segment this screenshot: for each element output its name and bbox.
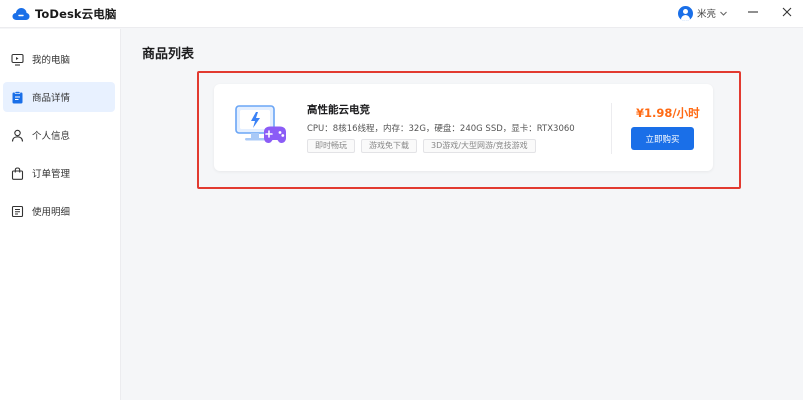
- minimize-icon[interactable]: [746, 5, 760, 19]
- sidebar-item-label: 我的电脑: [32, 55, 71, 66]
- sidebar-item-label: 个人信息: [32, 131, 71, 142]
- product-price: ¥1.98/小时: [636, 106, 700, 120]
- sidebar-item-order-management[interactable]: 订单管理: [3, 158, 115, 188]
- title-bar: ToDesk云电脑 米亮: [0, 0, 803, 28]
- cloud-gaming-monitor-icon: [235, 105, 286, 143]
- clipboard-icon: [12, 90, 23, 103]
- product-tags: 即时畅玩 游戏免下载 3D游戏/大型网游/竞技游戏: [307, 139, 542, 153]
- product-tag: 3D游戏/大型网游/竞技游戏: [423, 139, 536, 153]
- bag-icon: [11, 166, 24, 180]
- user-menu[interactable]: 米亮: [678, 4, 728, 22]
- sidebar: 我的电脑 商品详情 个人信息 订单管理 使用明细: [0, 29, 121, 400]
- cloud-logo-icon: [12, 8, 30, 20]
- close-icon[interactable]: [780, 5, 794, 19]
- avatar: [678, 5, 693, 21]
- list-doc-icon: [11, 205, 24, 217]
- card-divider: [611, 103, 612, 154]
- monitor-icon: [11, 53, 24, 66]
- sidebar-item-product-details[interactable]: 商品详情: [3, 82, 115, 112]
- app-logo: ToDesk云电脑: [12, 6, 116, 22]
- sidebar-item-label: 订单管理: [32, 169, 71, 180]
- product-spec: CPU：8核16线程，内存：32G，硬盘：240G SSD，显卡：RTX3060: [307, 124, 575, 134]
- sidebar-item-label: 使用明细: [32, 207, 71, 218]
- app-title: ToDesk云电脑: [35, 7, 117, 21]
- username: 米亮: [697, 9, 717, 20]
- sidebar-item-usage-details[interactable]: 使用明细: [3, 196, 115, 226]
- sidebar-item-label: 商品详情: [32, 93, 71, 104]
- sidebar-item-my-computer[interactable]: 我的电脑: [3, 44, 115, 74]
- buy-now-button[interactable]: 立即购买: [631, 127, 694, 150]
- product-name: 高性能云电竞: [307, 104, 370, 116]
- person-icon: [11, 129, 24, 142]
- page-title: 商品列表: [142, 47, 195, 62]
- product-tag: 游戏免下载: [361, 139, 417, 153]
- product-tag: 即时畅玩: [307, 139, 355, 153]
- chevron-down-icon: [720, 11, 727, 16]
- sidebar-item-personal-info[interactable]: 个人信息: [3, 120, 115, 150]
